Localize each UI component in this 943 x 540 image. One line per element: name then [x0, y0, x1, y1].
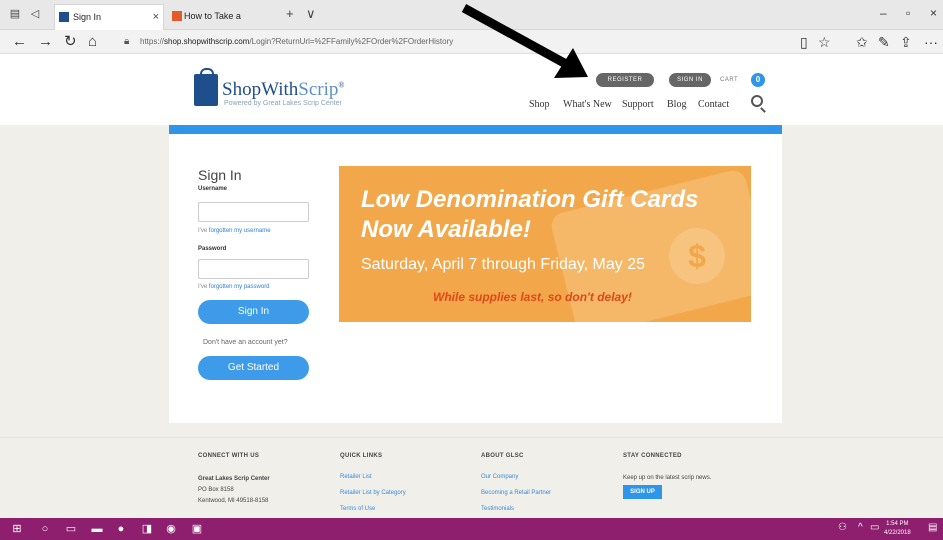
store-icon[interactable]: ▣: [190, 522, 204, 536]
action-center-icon[interactable]: ▤: [928, 522, 937, 533]
task-view-icon[interactable]: ▭: [64, 522, 78, 536]
show-hidden-icons-icon[interactable]: ^: [858, 522, 863, 533]
app-icon[interactable]: ●: [114, 522, 128, 536]
people-icon[interactable]: ⚇: [838, 522, 847, 533]
clock-date: 4/22/2018: [884, 530, 911, 536]
annotation-arrow-icon: [461, 4, 588, 78]
clock-time: 1:54 PM: [886, 521, 909, 527]
taskbar-clock[interactable]: 1:54 PM 4/22/2018: [884, 520, 911, 538]
network-icon[interactable]: ▭: [870, 522, 879, 533]
windows-start-icon[interactable]: ⊞: [10, 522, 24, 536]
cortana-icon[interactable]: ○: [38, 522, 52, 536]
outlook-icon[interactable]: ◨: [140, 522, 154, 536]
edge-icon[interactable]: ◉: [164, 522, 178, 536]
windows-taskbar: ⊞ ○ ▭ ▬ ● ◨ ◉ ▣ ⚇ ^ ▭ 1:54 PM 4/22/2018 …: [0, 518, 943, 540]
file-explorer-icon[interactable]: ▬: [90, 522, 104, 536]
